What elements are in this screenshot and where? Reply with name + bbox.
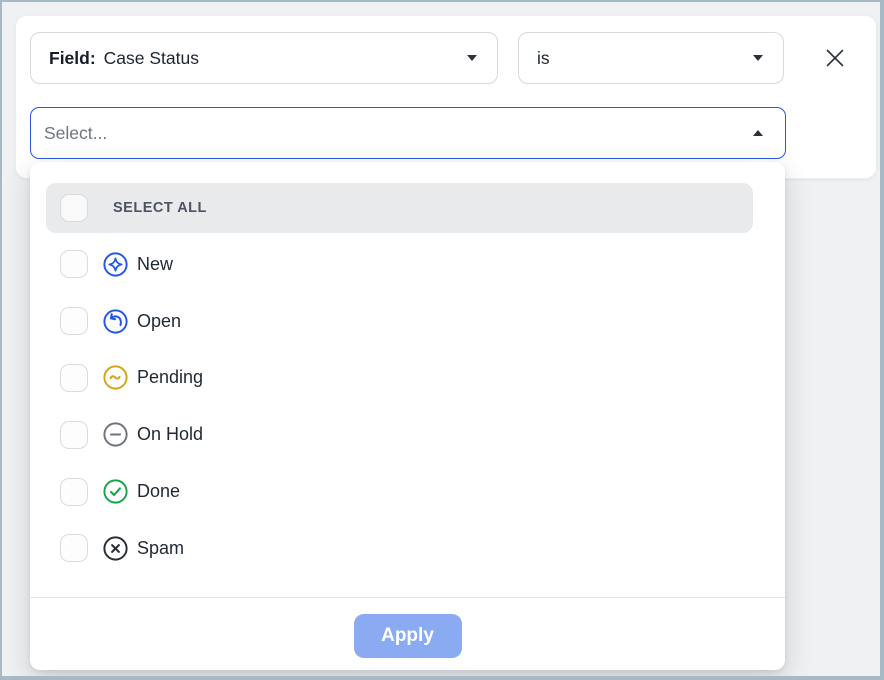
- filter-widget: Field: Case Status is Select...: [0, 0, 884, 680]
- option-new-checkbox[interactable]: [60, 250, 88, 278]
- field-dropdown[interactable]: Field: Case Status: [30, 32, 498, 84]
- option-label: On Hold: [137, 424, 203, 445]
- field-dropdown-label: Field:: [49, 48, 96, 69]
- chevron-up-icon: [753, 130, 763, 136]
- operator-dropdown[interactable]: is: [518, 32, 784, 84]
- select-all-option[interactable]: SELECT ALL: [46, 183, 753, 233]
- chevron-down-icon: [467, 55, 477, 61]
- status-dropdown-menu: SELECT ALL New: [30, 162, 785, 670]
- option-spam[interactable]: Spam: [30, 520, 785, 577]
- multiselect-placeholder: Select...: [44, 123, 753, 144]
- option-pending-checkbox[interactable]: [60, 364, 88, 392]
- spam-status-icon: [101, 534, 130, 563]
- status-options-list: New Open: [30, 236, 785, 577]
- chevron-down-icon: [753, 55, 763, 61]
- close-icon: [823, 46, 847, 73]
- status-multiselect-input[interactable]: Select...: [30, 107, 786, 159]
- done-status-icon: [101, 477, 130, 506]
- pending-status-icon: [101, 363, 130, 392]
- option-label: Open: [137, 311, 181, 332]
- option-new[interactable]: New: [30, 236, 785, 293]
- option-open[interactable]: Open: [30, 293, 785, 350]
- option-pending[interactable]: Pending: [30, 350, 785, 407]
- option-open-checkbox[interactable]: [60, 307, 88, 335]
- apply-button[interactable]: Apply: [354, 614, 462, 658]
- new-status-icon: [101, 250, 130, 279]
- option-done[interactable]: Done: [30, 463, 785, 520]
- filter-card: Field: Case Status is Select...: [15, 15, 877, 179]
- select-all-checkbox[interactable]: [60, 194, 88, 222]
- close-filter-button[interactable]: [820, 44, 850, 74]
- onhold-status-icon: [101, 420, 130, 449]
- option-done-checkbox[interactable]: [60, 478, 88, 506]
- option-label: Pending: [137, 367, 203, 388]
- option-spam-checkbox[interactable]: [60, 534, 88, 562]
- divider: [30, 597, 785, 598]
- option-label: New: [137, 254, 173, 275]
- select-all-label: SELECT ALL: [113, 200, 207, 216]
- operator-dropdown-value: is: [537, 48, 550, 69]
- option-on-hold[interactable]: On Hold: [30, 406, 785, 463]
- option-label: Done: [137, 481, 180, 502]
- option-label: Spam: [137, 538, 184, 559]
- field-dropdown-value: Case Status: [104, 48, 199, 69]
- open-status-icon: [101, 307, 130, 336]
- option-on-hold-checkbox[interactable]: [60, 421, 88, 449]
